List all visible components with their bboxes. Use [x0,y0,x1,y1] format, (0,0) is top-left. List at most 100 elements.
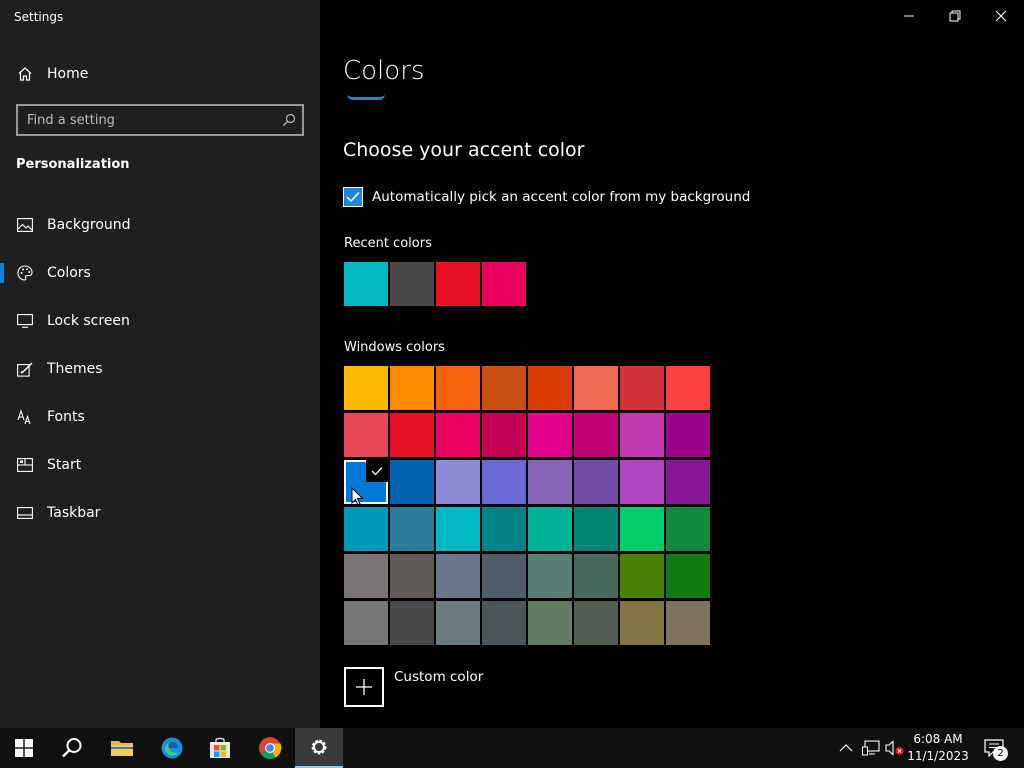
windows-color-swatch[interactable] [620,507,664,551]
network-button[interactable] [861,738,881,758]
windows-color-swatch[interactable] [666,507,710,551]
custom-color-button[interactable]: Custom color [344,667,483,707]
recent-color-swatch[interactable] [436,262,480,306]
chrome-browser-button[interactable] [246,728,294,768]
windows-color-swatch[interactable] [436,507,480,551]
windows-color-swatch[interactable] [666,554,710,598]
sidebar: Settings Home Personalization Background… [0,0,320,728]
mouse-cursor-icon [351,487,364,506]
auto-pick-checkbox-row[interactable]: Automatically pick an accent color from … [343,187,750,207]
sidebar-item-lock-screen[interactable]: Lock screen [0,301,320,341]
minimize-icon [904,15,914,17]
sidebar-item-fonts[interactable]: Fonts [0,397,320,437]
windows-color-swatch[interactable] [574,601,618,645]
windows-color-swatch[interactable] [666,413,710,457]
windows-color-swatch[interactable] [620,554,664,598]
windows-color-swatch[interactable] [390,460,434,504]
windows-color-swatch[interactable] [482,601,526,645]
search-box[interactable] [16,104,304,136]
windows-color-swatch[interactable] [528,554,572,598]
windows-color-swatch[interactable] [436,601,480,645]
windows-color-swatch[interactable] [574,507,618,551]
clock[interactable]: 6:08 AM 11/1/2023 [906,731,970,765]
plus-icon [344,667,384,707]
windows-color-swatch[interactable] [344,507,388,551]
windows-color-swatch[interactable] [482,554,526,598]
windows-color-swatch[interactable] [528,601,572,645]
recent-color-swatch[interactable] [482,262,526,306]
auto-pick-checkbox[interactable] [343,187,363,207]
taskbar: 6:08 AM 11/1/2023 2 [0,728,1024,768]
windows-color-swatch[interactable] [436,460,480,504]
restore-button[interactable] [932,0,978,32]
windows-color-swatch[interactable] [620,460,664,504]
recent-color-swatch[interactable] [344,262,388,306]
windows-color-swatch[interactable] [574,366,618,410]
fonts-icon [16,408,34,426]
palette-icon [16,264,34,282]
windows-colors-label: Windows colors [344,340,445,355]
show-hidden-icons-button[interactable] [836,738,856,758]
edge-browser-button[interactable] [148,728,196,768]
windows-color-swatch[interactable] [666,366,710,410]
minimize-button[interactable] [886,0,932,32]
windows-color-swatch[interactable] [528,366,572,410]
windows-color-swatch[interactable] [390,601,434,645]
home-label: Home [47,66,89,82]
chevron-up-icon [839,744,853,752]
recent-color-swatch[interactable] [390,262,434,306]
start-button[interactable] [0,728,48,768]
sidebar-item-colors[interactable]: Colors [0,253,320,293]
store-button[interactable] [196,728,244,768]
windows-color-swatch[interactable] [344,413,388,457]
gear-icon [311,739,327,755]
store-icon [210,737,230,758]
windows-color-swatch[interactable] [344,601,388,645]
windows-color-swatch[interactable] [666,460,710,504]
windows-color-swatch[interactable] [528,460,572,504]
settings-taskbar-button[interactable] [295,728,343,768]
windows-color-swatch[interactable] [344,366,388,410]
windows-color-swatch[interactable] [344,554,388,598]
windows-color-swatch[interactable] [482,507,526,551]
windows-color-swatch[interactable] [620,601,664,645]
chrome-icon [259,737,282,759]
windows-color-swatch[interactable] [390,507,434,551]
windows-color-swatch[interactable] [482,460,526,504]
file-explorer-button[interactable] [98,728,146,768]
taskbar-search-button[interactable] [48,728,96,768]
sidebar-item-background[interactable]: Background [0,205,320,245]
recent-colors-label: Recent colors [344,236,432,251]
windows-color-swatch[interactable] [436,554,480,598]
close-button[interactable] [978,0,1024,32]
edge-icon [161,737,183,759]
windows-color-swatch[interactable] [574,554,618,598]
windows-color-swatch[interactable] [620,413,664,457]
windows-color-swatch[interactable] [482,366,526,410]
search-icon[interactable] [276,106,302,134]
windows-color-swatch[interactable] [574,413,618,457]
windows-color-swatch[interactable] [390,554,434,598]
windows-color-swatch[interactable] [528,507,572,551]
windows-color-swatch[interactable] [436,413,480,457]
sidebar-item-themes[interactable]: Themes [0,349,320,389]
app-title: Settings [14,10,64,24]
search-input[interactable] [18,106,276,134]
sidebar-item-start[interactable]: Start [0,445,320,485]
windows-color-swatch[interactable] [482,413,526,457]
volume-button[interactable] [885,738,905,758]
sidebar-item-label: Fonts [47,409,85,425]
themes-icon [16,360,34,378]
home-nav-item[interactable]: Home [16,62,88,86]
windows-color-swatch[interactable] [620,366,664,410]
sidebar-item-taskbar[interactable]: Taskbar [0,493,320,533]
windows-color-swatch[interactable] [574,460,618,504]
windows-color-swatch[interactable] [528,413,572,457]
windows-color-swatch[interactable] [390,413,434,457]
scroll-indicator [347,94,385,100]
windows-color-swatch[interactable] [436,366,480,410]
windows-color-swatch[interactable] [666,601,710,645]
section-title: Personalization [16,157,130,172]
windows-color-swatch[interactable] [390,366,434,410]
restore-icon [949,10,961,22]
